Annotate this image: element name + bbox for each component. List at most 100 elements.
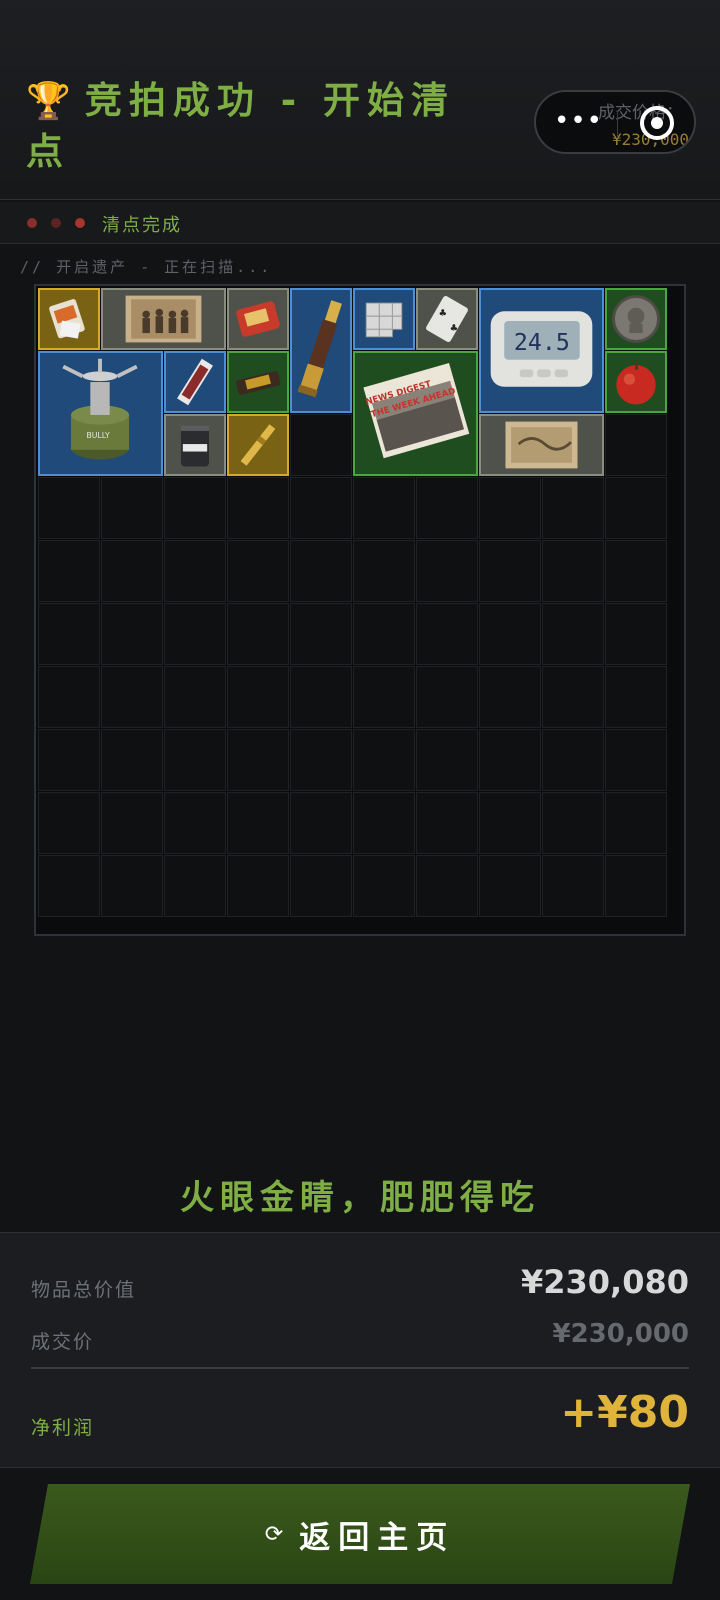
item-digital-alarm-clock[interactable]: 24.5 <box>479 288 604 413</box>
item-chewing-gum-pack[interactable] <box>164 351 226 413</box>
grid-cell <box>605 477 667 539</box>
grid-cell <box>542 603 604 665</box>
grid-cell <box>38 792 100 854</box>
grid-cell <box>290 855 352 917</box>
grid-cell <box>38 855 100 917</box>
page-title: 🏆 竞拍成功 - 开始清点 <box>26 76 496 177</box>
grid-cell <box>542 855 604 917</box>
item-old-map-photo[interactable] <box>479 414 604 476</box>
item-instant-noodle-bag[interactable] <box>38 288 100 350</box>
grid-cell <box>542 729 604 791</box>
header: 🏆 竞拍成功 - 开始清点 成交价格： ¥230,000 ••• <box>0 0 720 200</box>
grid-cell <box>542 792 604 854</box>
slogan: 火眼金睛，肥肥得吃 <box>180 1178 540 1218</box>
grid-cell <box>227 603 289 665</box>
grid-cell <box>353 603 415 665</box>
grid-cell <box>38 477 100 539</box>
grid-cell <box>416 540 478 602</box>
more-dots-icon[interactable]: ••• <box>554 106 603 136</box>
grid-cell <box>38 729 100 791</box>
grid-cell <box>101 729 163 791</box>
grid-cell <box>416 603 478 665</box>
total-value: ¥230,080 <box>520 1263 689 1301</box>
loot-grid: ♣ ♣ 24.5 BULLY NEWS DIGEST THE WEEK AHEAD <box>34 284 686 936</box>
grid-cell <box>605 855 667 917</box>
close-target-icon[interactable] <box>640 106 674 140</box>
grid-cell <box>38 540 100 602</box>
grid-cell <box>605 603 667 665</box>
grid-cell <box>290 540 352 602</box>
grid-cell <box>38 603 100 665</box>
total-value-label: 物品总价值 <box>31 1279 137 1301</box>
grid-cell <box>542 477 604 539</box>
summary-divider <box>31 1367 689 1369</box>
item-playing-card[interactable]: ♣ ♣ <box>416 288 478 350</box>
svg-text:BULLY: BULLY <box>86 431 110 440</box>
grid-cell <box>605 540 667 602</box>
grid-cell <box>290 729 352 791</box>
status-bar: 清点完成 <box>0 202 720 244</box>
grid-cell <box>353 540 415 602</box>
grid-cell <box>416 792 478 854</box>
scan-text: // 开启遗产 - 正在扫描... <box>20 258 273 276</box>
grid-cell <box>479 792 541 854</box>
item-protein-powder-can[interactable] <box>164 414 226 476</box>
item-old-family-photo[interactable] <box>101 288 226 350</box>
grid-cell <box>353 855 415 917</box>
deal-price-label: 成交价 <box>31 1331 95 1353</box>
grid-cell <box>542 666 604 728</box>
grid-cell <box>164 666 226 728</box>
grid-cell <box>479 666 541 728</box>
mini-program-capsule: 成交价格： ¥230,000 ••• <box>534 90 696 154</box>
net-profit-label: 净利润 <box>31 1417 95 1439</box>
grid-cell <box>164 477 226 539</box>
grid-cell <box>290 792 352 854</box>
item-news-digest-newspaper[interactable]: NEWS DIGEST THE WEEK AHEAD <box>353 351 478 476</box>
net-profit-value: +¥80 <box>560 1387 689 1438</box>
refresh-icon: ⟳ <box>264 1521 284 1547</box>
grid-cell <box>101 477 163 539</box>
grid-cell <box>164 792 226 854</box>
grid-cell <box>227 729 289 791</box>
item-camping-gas-stove[interactable]: BULLY <box>38 351 163 476</box>
grid-cell <box>416 666 478 728</box>
status-text: 清点完成 <box>102 215 182 236</box>
capsule-divider <box>617 110 618 138</box>
item-sugar-cubes[interactable] <box>353 288 415 350</box>
grid-cell <box>227 792 289 854</box>
item-red-apple[interactable] <box>605 351 667 413</box>
svg-text:24.5: 24.5 <box>514 329 570 356</box>
grid-cell <box>605 792 667 854</box>
grid-cell <box>290 666 352 728</box>
grid-cell <box>101 792 163 854</box>
grid-cell <box>290 603 352 665</box>
grid-cell <box>101 855 163 917</box>
grid-cell <box>227 477 289 539</box>
grid-cell <box>605 666 667 728</box>
grid-cell <box>479 540 541 602</box>
grid-cell <box>353 666 415 728</box>
grid-cell <box>605 414 667 476</box>
trophy-icon: 🏆 <box>26 81 71 122</box>
item-brass-spyglass[interactable] <box>290 288 352 413</box>
status-dot-icon <box>51 218 61 228</box>
item-chocolate-bar[interactable] <box>227 351 289 413</box>
status-dot-icon <box>75 218 85 228</box>
grid-cell <box>416 855 478 917</box>
item-snack-bag[interactable] <box>227 288 289 350</box>
svg-text:♣: ♣ <box>439 308 447 319</box>
item-golden-pen[interactable] <box>227 414 289 476</box>
grid-cell <box>353 792 415 854</box>
return-home-label: 返回主页 <box>299 1519 456 1556</box>
item-silver-coin[interactable] <box>605 288 667 350</box>
grid-cell <box>479 477 541 539</box>
deal-price: ¥230,000 <box>552 1319 689 1349</box>
grid-cell <box>416 729 478 791</box>
grid-cell <box>164 729 226 791</box>
grid-cell <box>479 855 541 917</box>
summary-panel: 物品总价值 ¥230,080 成交价 ¥230,000 净利润 +¥80 <box>0 1232 720 1468</box>
grid-cell <box>38 666 100 728</box>
grid-cell <box>353 729 415 791</box>
grid-cell <box>227 540 289 602</box>
return-home-button[interactable]: ⟳ 返回主页 <box>30 1484 690 1584</box>
